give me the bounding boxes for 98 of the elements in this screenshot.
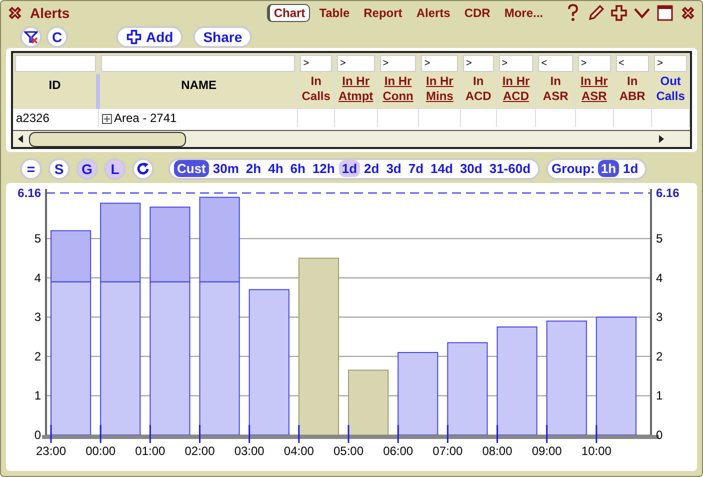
bar[interactable] <box>248 289 290 436</box>
table-cell: a2326 <box>16 111 50 126</box>
menu-tab[interactable]: Chart <box>266 4 310 22</box>
bar[interactable] <box>546 320 587 436</box>
range-button[interactable]: 1d <box>338 160 360 178</box>
expand-icon[interactable] <box>102 114 112 124</box>
range-button[interactable]: 4h <box>265 160 286 178</box>
chart-mode-button[interactable]: = <box>20 158 42 180</box>
menu-tab[interactable]: Report <box>358 4 408 22</box>
range-button[interactable]: 6h <box>287 160 308 178</box>
menu-tab[interactable]: Alerts <box>411 4 456 22</box>
bar[interactable] <box>398 352 438 436</box>
range-button[interactable]: 30d <box>456 160 486 178</box>
filter-field[interactable] <box>100 55 296 72</box>
filter-field[interactable]: > <box>336 55 375 72</box>
filter-field[interactable] <box>15 55 96 72</box>
y-tick-label: 0 <box>34 428 41 442</box>
scroll-right-icon[interactable] <box>656 134 666 144</box>
x-tick-label: 06:00 <box>383 444 414 458</box>
y-tick-label: 5 <box>34 232 41 246</box>
y-tick-label: 5 <box>656 232 663 246</box>
bar[interactable] <box>596 316 636 436</box>
bar[interactable] <box>50 281 92 436</box>
range-button[interactable]: 30m <box>210 160 242 178</box>
x-tick-label: 01:00 <box>135 444 166 458</box>
filter-field[interactable]: > <box>462 55 494 72</box>
x-tick-label: 10:00 <box>581 444 612 458</box>
bar[interactable] <box>496 326 538 436</box>
menu-tab[interactable]: More... <box>499 4 548 22</box>
y-tick-label: 6.16 <box>656 186 680 200</box>
chart-mode-button[interactable]: S <box>48 158 70 180</box>
chart-mode-button[interactable]: G <box>76 158 98 180</box>
table-cell: Area - 2741 <box>114 111 177 126</box>
add-button[interactable]: Add <box>116 26 184 48</box>
bar[interactable] <box>199 196 240 282</box>
menu-tab[interactable]: CDR <box>459 4 496 22</box>
range-button[interactable]: 3d <box>383 160 404 178</box>
range-button[interactable]: 12h <box>309 160 338 178</box>
filter-field[interactable]: > <box>421 55 458 72</box>
x-tick-label: 23:00 <box>36 444 66 458</box>
scroll-left-icon[interactable] <box>16 134 26 144</box>
window-icon[interactable] <box>656 4 674 22</box>
bar[interactable] <box>100 281 141 436</box>
bar[interactable] <box>100 202 141 282</box>
clear-button[interactable]: C <box>46 26 68 48</box>
window-title: Alerts <box>30 5 71 22</box>
scrollbar-thumb[interactable] <box>29 132 186 147</box>
filter-field[interactable]: < <box>538 55 573 72</box>
range-button[interactable]: 2h <box>242 160 264 178</box>
y-tick-label: 2 <box>656 349 663 364</box>
filter-field[interactable]: > <box>300 55 332 72</box>
y-tick-label: 4 <box>656 270 663 285</box>
bar[interactable] <box>150 281 190 436</box>
x-tick-label: 04:00 <box>284 444 314 458</box>
range-button[interactable]: 7d <box>405 160 427 178</box>
y-tick-label: 3 <box>34 310 41 324</box>
bar[interactable] <box>150 206 190 282</box>
share-button[interactable]: Share <box>193 26 252 48</box>
refresh-button[interactable] <box>132 158 154 180</box>
x-tick-label: 07:00 <box>432 444 463 458</box>
x-tick-label: 03:00 <box>234 444 264 458</box>
group-button[interactable]: 1d <box>620 160 642 178</box>
filter-clear-icon <box>24 30 38 44</box>
y-tick-label: 2 <box>34 349 41 364</box>
bar[interactable] <box>199 281 240 436</box>
column-header: ID <box>48 77 62 94</box>
bar[interactable] <box>447 342 488 436</box>
filter-field[interactable]: > <box>654 55 687 72</box>
filter-clear-button[interactable] <box>20 26 42 48</box>
y-tick-label: 1 <box>34 388 41 403</box>
filter-field[interactable]: > <box>578 55 611 72</box>
filter-field[interactable]: > <box>498 55 534 72</box>
plus-icon[interactable] <box>610 4 628 22</box>
group-label: Group: <box>552 161 595 176</box>
range-button[interactable]: 2d <box>361 160 382 178</box>
x-tick-label: 08:00 <box>482 444 512 458</box>
y-tick-label: 0 <box>656 428 663 442</box>
range-button[interactable]: Cust <box>174 160 209 178</box>
y-tick-label: 1 <box>656 388 663 403</box>
x-tick-label: 00:00 <box>86 444 116 458</box>
filter-field[interactable]: > <box>380 55 416 72</box>
x-tick-label: 09:00 <box>532 444 562 458</box>
group-button[interactable]: 1h <box>598 160 620 178</box>
plus-icon <box>126 28 142 45</box>
range-button[interactable]: 31-60d <box>486 160 534 178</box>
range-button[interactable]: 14d <box>428 160 456 178</box>
x-tick-label: 02:00 <box>184 444 215 458</box>
filter-field[interactable]: < <box>616 55 650 72</box>
chart-mode-button[interactable]: L <box>104 158 126 180</box>
y-tick-label: 3 <box>656 310 663 324</box>
x-tick-label: 05:00 <box>333 444 364 458</box>
y-tick-label: 4 <box>34 270 41 285</box>
pencil-icon[interactable] <box>587 4 605 22</box>
bar[interactable] <box>50 230 92 282</box>
y-tick-label: 6.16 <box>18 186 41 200</box>
column-header: NAME <box>180 77 218 94</box>
menu-tab[interactable]: Table <box>314 4 355 22</box>
refresh-icon <box>136 162 150 176</box>
